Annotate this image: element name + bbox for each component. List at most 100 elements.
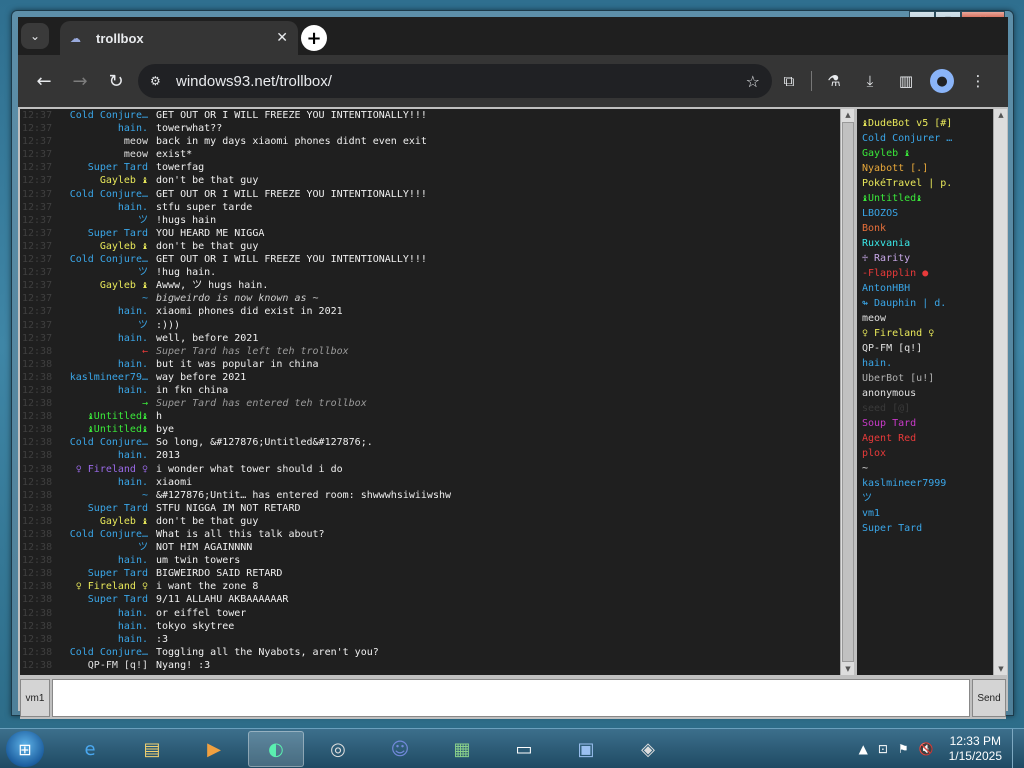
message-nick[interactable]: hain. — [58, 384, 154, 397]
user-list-item[interactable]: LBOZOS — [857, 206, 993, 221]
message-nick[interactable]: Super Tard — [58, 161, 154, 174]
site-info-icon[interactable]: ⚙ — [150, 74, 170, 88]
message-nick[interactable]: hain. — [58, 449, 154, 462]
volume-muted-icon[interactable]: 🔇 — [919, 742, 934, 756]
nickname-button[interactable]: vm1 — [20, 679, 50, 717]
message-nick[interactable]: hain. — [58, 201, 154, 214]
message-nick[interactable]: Gayleb ♝ — [58, 515, 154, 528]
user-list-item[interactable]: ♀ Fireland ♀ — [857, 326, 993, 341]
media-player-icon[interactable]: ▶ — [186, 731, 242, 767]
windows93-icon[interactable]: ◎ — [310, 731, 366, 767]
user-list-item[interactable]: Cold Conjurer … — [857, 131, 993, 146]
message-nick[interactable]: hain. — [58, 358, 154, 371]
user-list-item[interactable]: Gayleb ♝ — [857, 146, 993, 161]
show-desktop-button[interactable] — [1012, 729, 1024, 768]
network-icon[interactable]: ⊡ — [878, 742, 888, 756]
send-button[interactable]: Send — [972, 679, 1006, 717]
scroll-up-arrow-icon[interactable]: ▲ — [841, 109, 855, 121]
message-nick[interactable]: ♀ Fireland ♀ — [58, 463, 154, 476]
user-list-item[interactable]: ♝Untitled♝ — [857, 191, 993, 206]
message-nick[interactable]: Gayleb ♝ — [58, 240, 154, 253]
browser-task-icon[interactable]: ◐ — [248, 731, 304, 767]
forward-button[interactable]: → — [62, 63, 98, 99]
message-nick[interactable]: hain. — [58, 554, 154, 567]
user-list-item[interactable]: QP-FM [q!] — [857, 341, 993, 356]
message-nick[interactable]: meow — [58, 135, 154, 148]
message-nick[interactable]: ♝Untitled♝ — [58, 423, 154, 436]
message-nick[interactable]: ~ — [58, 292, 154, 305]
message-nick[interactable]: hain. — [58, 305, 154, 318]
message-nick[interactable]: ツ — [58, 541, 154, 554]
command-prompt-icon[interactable]: ▭ — [496, 731, 552, 767]
start-button[interactable]: ⊞ — [6, 731, 44, 767]
user-list-item[interactable]: ♱ Rarity — [857, 251, 993, 266]
close-tab-icon[interactable]: ✕ — [276, 30, 288, 46]
user-list-item[interactable]: anonymous — [857, 386, 993, 401]
discord-icon[interactable]: ☺ — [372, 731, 428, 767]
user-list-item[interactable]: plox — [857, 446, 993, 461]
message-nick[interactable]: Cold Conjure… — [58, 436, 154, 449]
user-list-item[interactable]: Nyabott [.] — [857, 161, 993, 176]
user-list-item[interactable]: PokéTravel | p. — [857, 176, 993, 191]
userlist-scrollbar[interactable]: ▲ ▼ — [993, 109, 1007, 675]
labs-flask-icon[interactable]: ⚗ — [816, 63, 852, 99]
side-panel-icon[interactable]: ▥ — [888, 63, 924, 99]
message-nick[interactable]: kaslmineer79… — [58, 371, 154, 384]
user-list-item[interactable]: UberBot [u!] — [857, 371, 993, 386]
menu-kebab-icon[interactable]: ⋮ — [960, 63, 996, 99]
chat-scroll-thumb[interactable] — [842, 122, 854, 662]
message-nick[interactable]: Cold Conjure… — [58, 109, 154, 122]
user-list-item[interactable]: meow — [857, 311, 993, 326]
message-nick[interactable]: Cold Conjure… — [58, 188, 154, 201]
user-list-item[interactable]: seed [@] — [857, 401, 993, 416]
extensions-icon[interactable]: ⧉ — [771, 63, 807, 99]
user-list-item[interactable]: ↬ Dauphin | d. — [857, 296, 993, 311]
message-nick[interactable]: hain. — [58, 122, 154, 135]
user-list-item[interactable]: hain. — [857, 356, 993, 371]
app-icon[interactable]: ◈ — [620, 731, 676, 767]
back-button[interactable]: ← — [26, 63, 62, 99]
message-nick[interactable]: Gayleb ♝ — [58, 174, 154, 187]
tab-search-button[interactable]: ⌄ — [21, 23, 49, 49]
remote-desktop-icon[interactable]: ▣ — [558, 731, 614, 767]
message-nick[interactable]: ~ — [58, 489, 154, 502]
file-explorer-icon[interactable]: ▤ — [124, 731, 180, 767]
message-nick[interactable]: hain. — [58, 332, 154, 345]
user-list-item[interactable]: Super Tard — [857, 521, 993, 536]
message-nick[interactable]: meow — [58, 148, 154, 161]
user-list-item[interactable]: -Flapplin ● — [857, 266, 993, 281]
user-list-item[interactable]: Agent Red — [857, 431, 993, 446]
network-monitor-icon[interactable]: ▦ — [434, 731, 490, 767]
message-nick[interactable]: Super Tard — [58, 227, 154, 240]
message-nick[interactable]: Super Tard — [58, 502, 154, 515]
user-list-item[interactable]: Bonk — [857, 221, 993, 236]
message-nick[interactable]: ツ — [58, 266, 154, 279]
show-hidden-icons-icon[interactable]: ▲ — [859, 742, 868, 756]
message-nick[interactable]: ツ — [58, 319, 154, 332]
address-bar[interactable]: ⚙ windows93.net/trollbox/ ☆ — [138, 64, 772, 98]
profile-button[interactable]: ● — [924, 63, 960, 99]
user-list-item[interactable]: Soup Tard — [857, 416, 993, 431]
internet-explorer-icon[interactable]: e — [62, 731, 118, 767]
message-nick[interactable]: hain. — [58, 620, 154, 633]
bookmark-star-icon[interactable]: ☆ — [746, 72, 760, 91]
download-icon[interactable]: ⤓ — [852, 63, 888, 99]
message-nick[interactable]: ← — [58, 345, 154, 358]
message-nick[interactable]: Super Tard — [58, 593, 154, 606]
clock[interactable]: 12:33 PM 1/15/2025 — [949, 734, 1002, 764]
message-nick[interactable]: ツ — [58, 214, 154, 227]
message-nick[interactable]: QP-FM [q!] — [58, 659, 154, 672]
message-nick[interactable]: hain. — [58, 607, 154, 620]
message-input[interactable] — [52, 679, 970, 717]
user-list-item[interactable]: kaslmineer7999 — [857, 476, 993, 491]
tab-trollbox[interactable]: ☁ trollbox ✕ — [60, 21, 298, 55]
user-list-item[interactable]: vm1 — [857, 506, 993, 521]
message-nick[interactable]: ♀ Fireland ♀ — [58, 580, 154, 593]
scroll-up-arrow-icon[interactable]: ▲ — [994, 109, 1008, 121]
action-center-flag-icon[interactable]: ⚑ — [898, 742, 909, 756]
message-nick[interactable]: Super Tard — [58, 567, 154, 580]
user-list-item[interactable]: ♝DudeBot v5 [#] — [857, 116, 993, 131]
user-list-item[interactable]: ~ — [857, 461, 993, 476]
message-nick[interactable]: Cold Conjure… — [58, 646, 154, 659]
message-nick[interactable]: Gayleb ♝ — [58, 279, 154, 292]
